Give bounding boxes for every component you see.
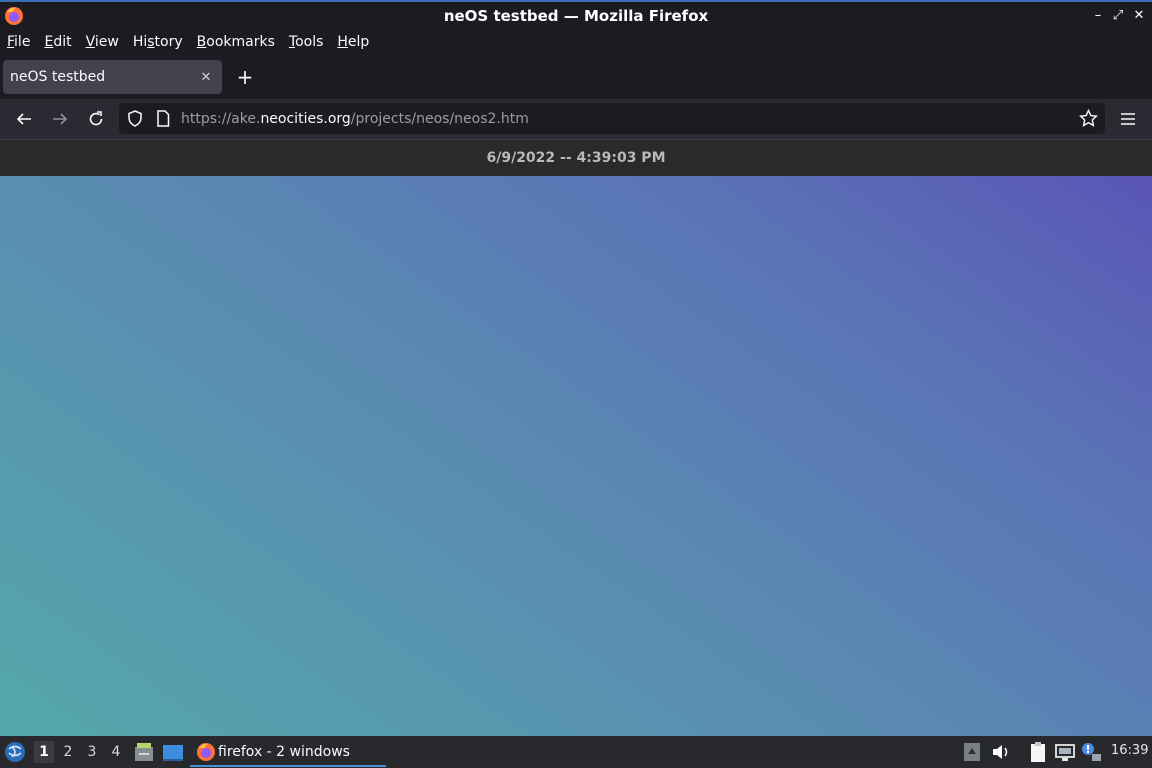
task-label: firefox - 2 windows [218,743,350,760]
navigation-bar: https://ake.neocities.org/projects/neos/… [0,99,1152,139]
menu-file[interactable]: File [7,34,30,50]
workspace-4[interactable]: 4 [106,741,126,763]
tab-title: neOS testbed [10,69,106,85]
start-menu-icon[interactable] [4,741,26,763]
hamburger-menu-icon[interactable] [1116,107,1140,131]
restore-icon[interactable]: ⤢ [1110,7,1126,25]
back-icon[interactable] [12,107,36,131]
menu-tools[interactable]: Tools [289,34,324,50]
date-time-text: 6/9/2022 -- 4:39:03 PM [486,150,666,166]
minimize-icon[interactable]: – [1090,7,1106,25]
desktop-icon[interactable] [162,741,184,763]
workspace-1[interactable]: 1 [34,741,54,763]
page-content: 6/9/2022 -- 4:39:03 PM [0,139,1152,736]
date-bar: 6/9/2022 -- 4:39:03 PM [0,139,1152,176]
tray-arrow-icon[interactable] [961,741,983,763]
workspace-3[interactable]: 3 [82,741,102,763]
workspace-2[interactable]: 2 [58,741,78,763]
url-bar[interactable]: https://ake.neocities.org/projects/neos/… [119,103,1105,134]
gradient-background [0,176,1152,736]
url-text[interactable]: https://ake.neocities.org/projects/neos/… [181,111,529,127]
star-icon[interactable] [1079,109,1098,128]
firefox-icon [5,7,23,25]
volume-icon[interactable] [990,741,1012,763]
clock: 16:39 [1111,743,1149,758]
new-tab-button[interactable]: + [234,67,256,89]
firefox-icon [197,743,215,761]
network-icon[interactable] [1054,741,1076,763]
menu-edit[interactable]: Edit [44,34,71,50]
forward-icon[interactable] [48,107,72,131]
taskbar: 1 2 3 4 firefox - 2 windows 16:39 [0,736,1152,768]
page-icon[interactable] [156,110,170,127]
reload-icon[interactable] [84,107,108,131]
file-manager-icon[interactable] [133,741,155,763]
menu-bookmarks[interactable]: Bookmarks [197,34,275,50]
window-titlebar: neOS testbed — Mozilla Firefox – ⤢ ✕ [0,0,1152,30]
shield-icon[interactable] [127,110,143,127]
window-title: neOS testbed — Mozilla Firefox [443,7,709,25]
close-icon[interactable]: ✕ [1131,7,1147,25]
menu-help[interactable]: Help [337,34,369,50]
menu-bar: File Edit View History Bookmarks Tools H… [0,30,1152,54]
clipboard-icon[interactable] [1027,741,1049,763]
tab-neos-testbed[interactable]: neOS testbed ✕ [3,60,222,94]
menu-view[interactable]: View [86,34,119,50]
tab-close-icon[interactable]: ✕ [196,70,216,85]
tab-strip: neOS testbed ✕ + [0,54,1152,99]
notification-icon[interactable] [1080,741,1102,763]
task-button-firefox[interactable]: firefox - 2 windows [190,738,386,767]
menu-history[interactable]: History [133,34,183,50]
